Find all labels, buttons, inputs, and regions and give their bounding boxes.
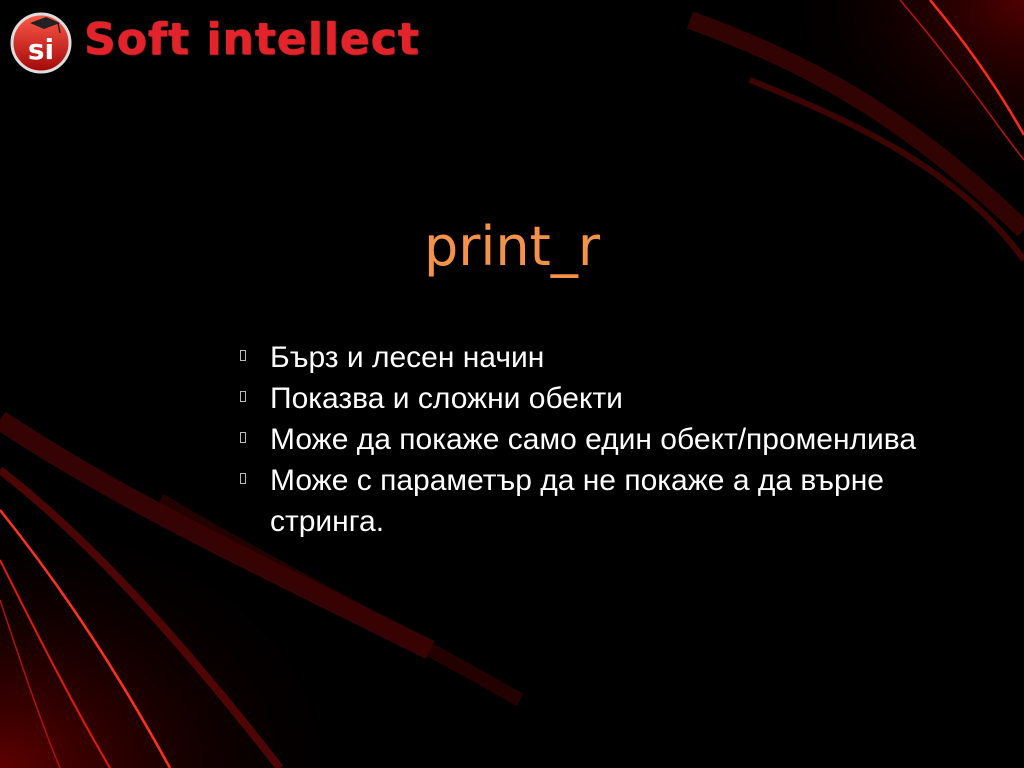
- bullet-text: Може с параметър да не покаже а да върне…: [270, 464, 884, 538]
- logo-badge-icon: si: [10, 12, 72, 74]
- bullet-item: Може да покаже само един обект/променлив…: [240, 419, 920, 460]
- slide-title: print_r: [423, 215, 601, 278]
- bullet-marker-icon: [240, 473, 246, 484]
- bullet-item: Може с параметър да не покаже а да върне…: [240, 460, 920, 542]
- bullet-item: Показва и сложни обекти: [240, 378, 920, 419]
- company-logo: si Soft intellect: [10, 12, 430, 74]
- logo-brand-text: Soft intellect: [84, 14, 420, 65]
- bullet-item: Бърз и лесен начин: [240, 337, 920, 378]
- bullet-marker-icon: [240, 391, 246, 402]
- bullet-text: Може да покаже само един обект/променлив…: [270, 423, 917, 456]
- bullet-list: Бърз и лесен начин Показва и сложни обек…: [240, 337, 920, 542]
- logo-badge-text: si: [28, 33, 54, 66]
- bullet-text: Бърз и лесен начин: [270, 341, 545, 374]
- bullet-marker-icon: [240, 432, 246, 443]
- bullet-marker-icon: [240, 350, 246, 361]
- bullet-text: Показва и сложни обекти: [270, 382, 623, 415]
- slide: si Soft intellect print_r Бърз и лесен н…: [0, 0, 1024, 768]
